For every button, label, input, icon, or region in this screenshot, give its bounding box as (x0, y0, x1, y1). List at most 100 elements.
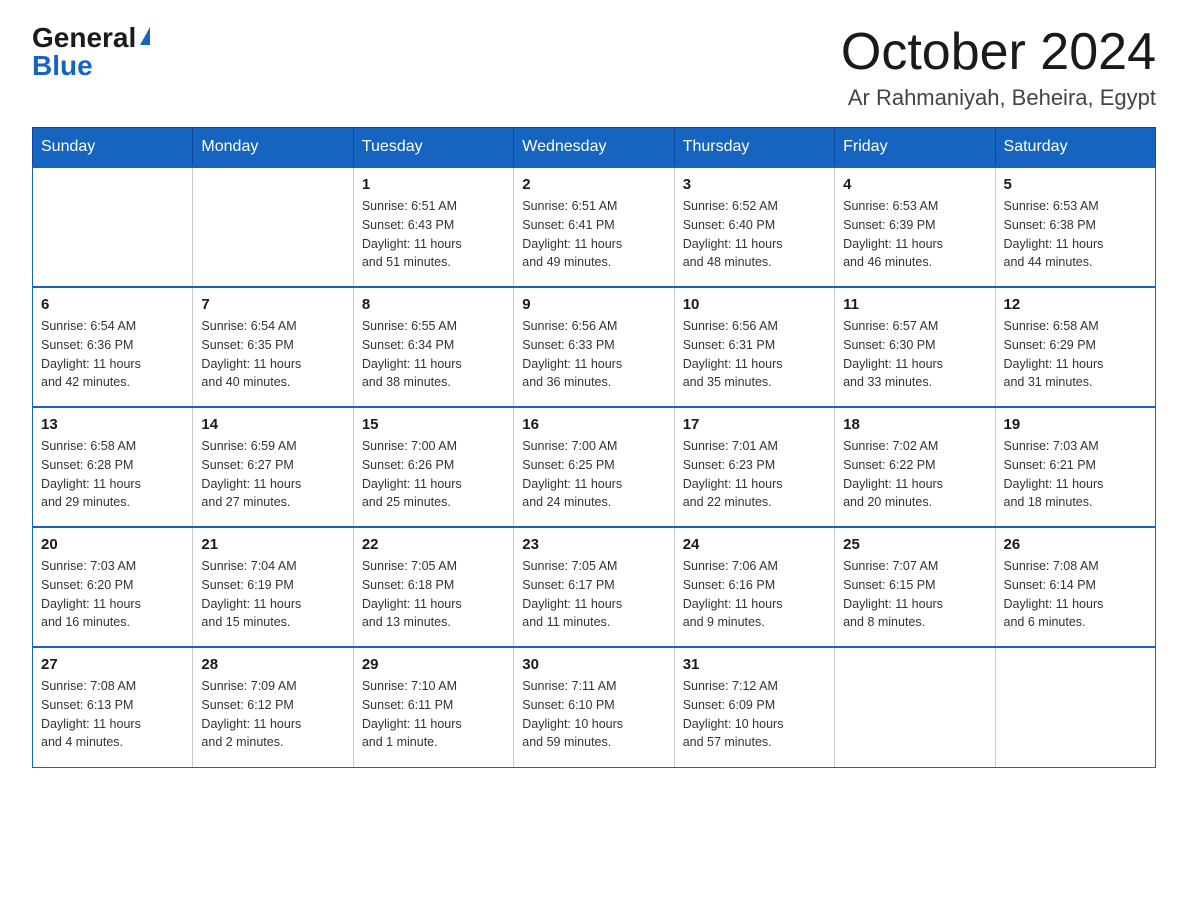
day-number: 4 (843, 176, 986, 193)
day-number: 28 (201, 656, 344, 673)
day-number: 16 (522, 416, 665, 433)
day-number: 24 (683, 536, 826, 553)
day-info: Sunrise: 6:52 AM Sunset: 6:40 PM Dayligh… (683, 197, 826, 272)
day-number: 17 (683, 416, 826, 433)
day-info: Sunrise: 7:09 AM Sunset: 6:12 PM Dayligh… (201, 677, 344, 752)
day-info: Sunrise: 6:58 AM Sunset: 6:28 PM Dayligh… (41, 437, 184, 512)
calendar-cell: 11 Sunrise: 6:57 AM Sunset: 6:30 PM Dayli… (835, 287, 995, 407)
calendar-header-saturday: Saturday (995, 128, 1155, 168)
day-info: Sunrise: 6:56 AM Sunset: 6:31 PM Dayligh… (683, 317, 826, 392)
location-title: Ar Rahmaniyah, Beheira, Egypt (841, 85, 1156, 111)
calendar-cell: 18 Sunrise: 7:02 AM Sunset: 6:22 PM Dayli… (835, 407, 995, 527)
calendar-cell: 26 Sunrise: 7:08 AM Sunset: 6:14 PM Dayli… (995, 527, 1155, 647)
day-number: 15 (362, 416, 505, 433)
day-info: Sunrise: 6:59 AM Sunset: 6:27 PM Dayligh… (201, 437, 344, 512)
day-number: 3 (683, 176, 826, 193)
calendar-cell: 30 Sunrise: 7:11 AM Sunset: 6:10 PM Dayli… (514, 647, 674, 767)
day-number: 18 (843, 416, 986, 433)
day-info: Sunrise: 7:03 AM Sunset: 6:20 PM Dayligh… (41, 557, 184, 632)
day-info: Sunrise: 7:05 AM Sunset: 6:17 PM Dayligh… (522, 557, 665, 632)
calendar-cell: 9 Sunrise: 6:56 AM Sunset: 6:33 PM Daylig… (514, 287, 674, 407)
calendar-cell: 15 Sunrise: 7:00 AM Sunset: 6:26 PM Dayli… (353, 407, 513, 527)
calendar-header-thursday: Thursday (674, 128, 834, 168)
calendar-week-row: 6 Sunrise: 6:54 AM Sunset: 6:36 PM Daylig… (33, 287, 1156, 407)
day-number: 29 (362, 656, 505, 673)
calendar-cell: 5 Sunrise: 6:53 AM Sunset: 6:38 PM Daylig… (995, 167, 1155, 287)
day-info: Sunrise: 7:08 AM Sunset: 6:13 PM Dayligh… (41, 677, 184, 752)
day-number: 7 (201, 296, 344, 313)
calendar-cell: 20 Sunrise: 7:03 AM Sunset: 6:20 PM Dayli… (33, 527, 193, 647)
day-info: Sunrise: 7:00 AM Sunset: 6:26 PM Dayligh… (362, 437, 505, 512)
day-number: 11 (843, 296, 986, 313)
day-number: 25 (843, 536, 986, 553)
calendar-cell: 2 Sunrise: 6:51 AM Sunset: 6:41 PM Daylig… (514, 167, 674, 287)
calendar-week-row: 27 Sunrise: 7:08 AM Sunset: 6:13 PM Dayli… (33, 647, 1156, 767)
day-number: 8 (362, 296, 505, 313)
calendar-cell (835, 647, 995, 767)
day-info: Sunrise: 6:55 AM Sunset: 6:34 PM Dayligh… (362, 317, 505, 392)
day-info: Sunrise: 6:53 AM Sunset: 6:38 PM Dayligh… (1004, 197, 1147, 272)
calendar-cell: 1Sunrise: 6:51 AM Sunset: 6:43 PM Daylig… (353, 167, 513, 287)
calendar-table: SundayMondayTuesdayWednesdayThursdayFrid… (32, 127, 1156, 768)
logo-blue-text: Blue (32, 52, 93, 80)
calendar-header-row: SundayMondayTuesdayWednesdayThursdayFrid… (33, 128, 1156, 168)
calendar-header-sunday: Sunday (33, 128, 193, 168)
day-info: Sunrise: 7:08 AM Sunset: 6:14 PM Dayligh… (1004, 557, 1147, 632)
calendar-cell: 4Sunrise: 6:53 AM Sunset: 6:39 PM Daylig… (835, 167, 995, 287)
day-number: 22 (362, 536, 505, 553)
day-info: Sunrise: 7:05 AM Sunset: 6:18 PM Dayligh… (362, 557, 505, 632)
calendar-cell: 29 Sunrise: 7:10 AM Sunset: 6:11 PM Dayli… (353, 647, 513, 767)
day-number: 2 (522, 176, 665, 193)
page-header: General Blue October 2024 Ar Rahmaniyah,… (32, 24, 1156, 111)
day-info: Sunrise: 6:58 AM Sunset: 6:29 PM Dayligh… (1004, 317, 1147, 392)
day-info: Sunrise: 7:06 AM Sunset: 6:16 PM Dayligh… (683, 557, 826, 632)
calendar-cell: 3 Sunrise: 6:52 AM Sunset: 6:40 PM Daylig… (674, 167, 834, 287)
calendar-week-row: 20 Sunrise: 7:03 AM Sunset: 6:20 PM Dayli… (33, 527, 1156, 647)
day-info: Sunrise: 6:51 AM Sunset: 6:41 PM Dayligh… (522, 197, 665, 272)
calendar-cell: 28 Sunrise: 7:09 AM Sunset: 6:12 PM Dayli… (193, 647, 353, 767)
day-info: Sunrise: 7:10 AM Sunset: 6:11 PM Dayligh… (362, 677, 505, 752)
calendar-cell: 27 Sunrise: 7:08 AM Sunset: 6:13 PM Dayli… (33, 647, 193, 767)
day-number: 26 (1004, 536, 1147, 553)
calendar-week-row: 13Sunrise: 6:58 AM Sunset: 6:28 PM Dayli… (33, 407, 1156, 527)
calendar-cell: 16 Sunrise: 7:00 AM Sunset: 6:25 PM Dayli… (514, 407, 674, 527)
logo-triangle-icon (140, 27, 150, 45)
calendar-cell: 31Sunrise: 7:12 AM Sunset: 6:09 PM Dayli… (674, 647, 834, 767)
day-info: Sunrise: 7:11 AM Sunset: 6:10 PM Dayligh… (522, 677, 665, 752)
day-info: Sunrise: 6:56 AM Sunset: 6:33 PM Dayligh… (522, 317, 665, 392)
day-info: Sunrise: 7:02 AM Sunset: 6:22 PM Dayligh… (843, 437, 986, 512)
calendar-cell: 10 Sunrise: 6:56 AM Sunset: 6:31 PM Dayli… (674, 287, 834, 407)
logo: General Blue (32, 24, 150, 80)
day-number: 30 (522, 656, 665, 673)
day-info: Sunrise: 7:01 AM Sunset: 6:23 PM Dayligh… (683, 437, 826, 512)
day-number: 9 (522, 296, 665, 313)
calendar-cell: 21 Sunrise: 7:04 AM Sunset: 6:19 PM Dayli… (193, 527, 353, 647)
calendar-week-row: 1Sunrise: 6:51 AM Sunset: 6:43 PM Daylig… (33, 167, 1156, 287)
day-number: 20 (41, 536, 184, 553)
day-number: 10 (683, 296, 826, 313)
day-info: Sunrise: 6:57 AM Sunset: 6:30 PM Dayligh… (843, 317, 986, 392)
calendar-header-wednesday: Wednesday (514, 128, 674, 168)
day-info: Sunrise: 7:04 AM Sunset: 6:19 PM Dayligh… (201, 557, 344, 632)
day-number: 5 (1004, 176, 1147, 193)
day-info: Sunrise: 6:54 AM Sunset: 6:36 PM Dayligh… (41, 317, 184, 392)
day-number: 14 (201, 416, 344, 433)
day-number: 1 (362, 176, 505, 193)
day-info: Sunrise: 7:00 AM Sunset: 6:25 PM Dayligh… (522, 437, 665, 512)
title-block: October 2024 Ar Rahmaniyah, Beheira, Egy… (841, 24, 1156, 111)
day-info: Sunrise: 7:03 AM Sunset: 6:21 PM Dayligh… (1004, 437, 1147, 512)
calendar-cell: 22 Sunrise: 7:05 AM Sunset: 6:18 PM Dayli… (353, 527, 513, 647)
calendar-cell: 17 Sunrise: 7:01 AM Sunset: 6:23 PM Dayli… (674, 407, 834, 527)
day-info: Sunrise: 6:54 AM Sunset: 6:35 PM Dayligh… (201, 317, 344, 392)
calendar-cell: 6 Sunrise: 6:54 AM Sunset: 6:36 PM Daylig… (33, 287, 193, 407)
calendar-cell: 13Sunrise: 6:58 AM Sunset: 6:28 PM Dayli… (33, 407, 193, 527)
day-number: 23 (522, 536, 665, 553)
day-info: Sunrise: 7:12 AM Sunset: 6:09 PM Dayligh… (683, 677, 826, 752)
calendar-cell: 23 Sunrise: 7:05 AM Sunset: 6:17 PM Dayli… (514, 527, 674, 647)
calendar-cell: 12Sunrise: 6:58 AM Sunset: 6:29 PM Dayli… (995, 287, 1155, 407)
month-title: October 2024 (841, 24, 1156, 81)
day-number: 27 (41, 656, 184, 673)
calendar-cell: 25Sunrise: 7:07 AM Sunset: 6:15 PM Dayli… (835, 527, 995, 647)
day-number: 21 (201, 536, 344, 553)
day-number: 6 (41, 296, 184, 313)
